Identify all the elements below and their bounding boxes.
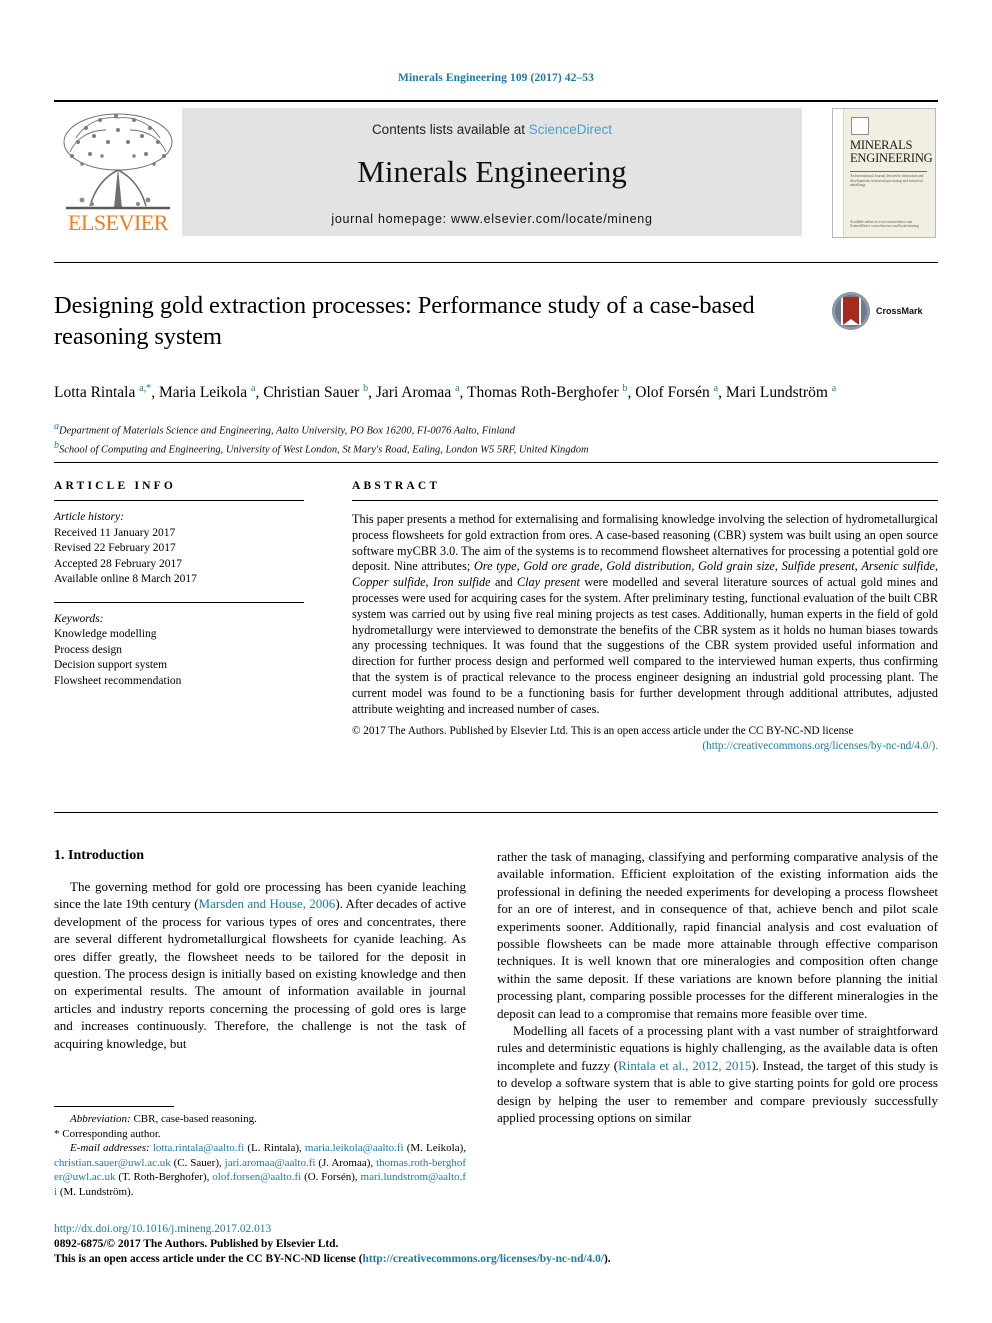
footer-license-line: This is an open access article under the… [54,1252,674,1267]
info-divider-bottom [54,812,938,813]
intro-p2-text: rather the task of managing, classifying… [497,849,938,1021]
email-link-sauer[interactable]: christian.sauer@uwl.ac.uk [54,1157,171,1169]
title-divider [54,262,938,263]
copyright-text: © 2017 The Authors. Published by Elsevie… [352,725,854,738]
cover-divider [850,171,927,172]
intro-p1-post: ). After decades of active development o… [54,896,467,1051]
affiliation-list: aDepartment of Materials Science and Eng… [54,420,938,457]
abstract-copyright: © 2017 The Authors. Published by Elsevie… [352,724,938,753]
footer-license-suffix: ). [604,1253,611,1265]
history-online: Available online 8 March 2017 [54,573,197,585]
footer-license-link[interactable]: http://creativecommons.org/licenses/by-n… [363,1253,605,1265]
cover-subtitle: An International Journal devoted to inno… [850,174,924,188]
author-list: Lotta Rintala a,*, Maria Leikola a, Chri… [54,383,837,402]
cover-elsevier-mark-icon [851,117,869,135]
footer-license-prefix: This is an open access article under the… [54,1253,363,1265]
citation-link-marsden-house[interactable]: Marsden and House, 2006 [199,896,336,911]
intro-paragraph-2: rather the task of managing, classifying… [497,848,938,1022]
contents-prefix: Contents lists available at [371,122,529,137]
abbreviation-text: CBR, case-based reasoning. [133,1113,257,1125]
cover-spine [833,109,844,237]
email-link-rintala[interactable]: lotta.rintala@aalto.fi [153,1142,244,1154]
affiliation-a-text: Department of Materials Science and Engi… [59,425,515,437]
cover-title: MINERALS ENGINEERING [850,139,933,165]
email-addresses-label: E-mail addresses: [70,1142,150,1155]
history-received: Received 11 January 2017 [54,526,176,539]
journal-masthead: ELSEVIER Contents lists available at Sci… [54,100,938,240]
email-name-roth-berghofer: (T. Roth-Berghofer), [118,1171,210,1184]
crossmark-badge[interactable]: CrossMark [832,292,932,332]
elsevier-logo: ELSEVIER [56,108,180,236]
license-link[interactable]: (http://creativecommons.org/licenses/by-… [702,740,938,752]
page-footer: http://dx.doi.org/10.1016/j.mineng.2017.… [54,1222,674,1267]
keyword-item: Flowsheet recommendation [54,674,182,687]
body-column-right: rather the task of managing, classifying… [497,848,938,1127]
masthead-center-band: Contents lists available at ScienceDirec… [182,108,802,236]
footnote-block: Abbreviation: CBR, case-based reasoning.… [54,1112,466,1200]
crossmark-ribbon-icon [843,297,859,325]
footnote-divider [54,1106,174,1107]
citation-link-rintala[interactable]: Rintala et al., 2012, 2015 [618,1058,751,1073]
elsevier-wordmark: ELSEVIER [68,210,168,235]
email-name-rintala: (L. Rintala), [247,1142,302,1155]
email-name-forsen: (O. Forsén), [304,1171,358,1184]
article-history-block: Article history: Received 11 January 201… [54,510,304,588]
email-name-leikola: (M. Leikola), [406,1142,467,1155]
intro-paragraph-1: The governing method for gold ore proces… [54,878,466,1052]
history-accepted: Accepted 28 February 2017 [54,557,183,570]
abbreviation-label: Abbreviation: [70,1113,131,1125]
article-info-column: ARTICLE INFO Article history: Received 1… [54,480,304,689]
history-revised: Revised 22 February 2017 [54,542,176,554]
sciencedirect-link[interactable]: ScienceDirect [529,122,612,137]
info-divider-top [54,462,938,463]
cover-footer: Available online at www.sciencedirect.co… [850,219,919,229]
running-head: Minerals Engineering 109 (2017) 42–53 [398,72,594,84]
affiliation-b-text: School of Computing and Engineering, Uni… [59,444,589,455]
abstract-text: This paper presents a method for externa… [352,512,939,716]
email-name-lundstrom: (M. Lundström). [59,1185,134,1198]
contents-available-line: Contents lists available at ScienceDirec… [182,122,802,137]
article-info-rule [54,500,304,501]
issn-copyright-line: 0892-6875/© 2017 The Authors. Published … [54,1238,339,1250]
email-link-aromaa[interactable]: jari.aromaa@aalto.fi [225,1157,316,1169]
footnote-corresponding-author: * Corresponding author. [54,1127,161,1140]
abstract-column: ABSTRACT This paper presents a method fo… [352,480,938,754]
article-history-label: Article history: [54,511,124,523]
journal-cover-thumbnail: MINERALS ENGINEERING An International Jo… [832,108,936,238]
footnote-emails: E-mail addresses: lotta.rintala@aalto.fi… [54,1141,466,1199]
keyword-item: Knowledge modelling [54,628,157,640]
intro-paragraph-3: Modelling all facets of a processing pla… [497,1022,938,1126]
keywords-label: Keywords: [54,612,104,625]
paper-page: Minerals Engineering 109 (2017) 42–53 EL… [0,0,992,1323]
crossmark-label: CrossMark [876,306,923,316]
section-title-introduction: 1. Introduction [54,848,144,863]
crossmark-circle-icon [832,292,870,330]
email-name-aromaa: (J. Aromaa), [318,1156,374,1169]
journal-homepage[interactable]: journal homepage: www.elsevier.com/locat… [182,212,802,226]
footnote-abbreviation: Abbreviation: CBR, case-based reasoning. [54,1112,466,1127]
keyword-item: Process design [54,643,123,656]
article-info-heading: ARTICLE INFO [54,480,177,492]
email-name-sauer: (C. Sauer), [173,1156,222,1169]
page-title: Designing gold extraction processes: Per… [54,292,755,350]
affiliation-a: aDepartment of Materials Science and Eng… [54,420,938,439]
abstract-rule [352,500,938,501]
keyword-item: Decision support system [54,659,168,671]
cover-title-line2: ENGINEERING [850,151,933,165]
body-column-left: 1. Introduction The governing method for… [54,848,466,1052]
doi-link[interactable]: http://dx.doi.org/10.1016/j.mineng.2017.… [54,1222,674,1237]
email-link-leikola[interactable]: maria.leikola@aalto.fi [305,1142,404,1154]
keywords-block: Keywords: Knowledge modelling Process de… [54,612,304,690]
affiliation-b: bSchool of Computing and Engineering, Un… [54,439,938,458]
keywords-rule [54,601,304,603]
abstract-heading: ABSTRACT [352,480,441,492]
journal-name: Minerals Engineering [357,154,627,189]
email-link-forsen[interactable]: olof.forsen@aalto.fi [212,1171,301,1183]
